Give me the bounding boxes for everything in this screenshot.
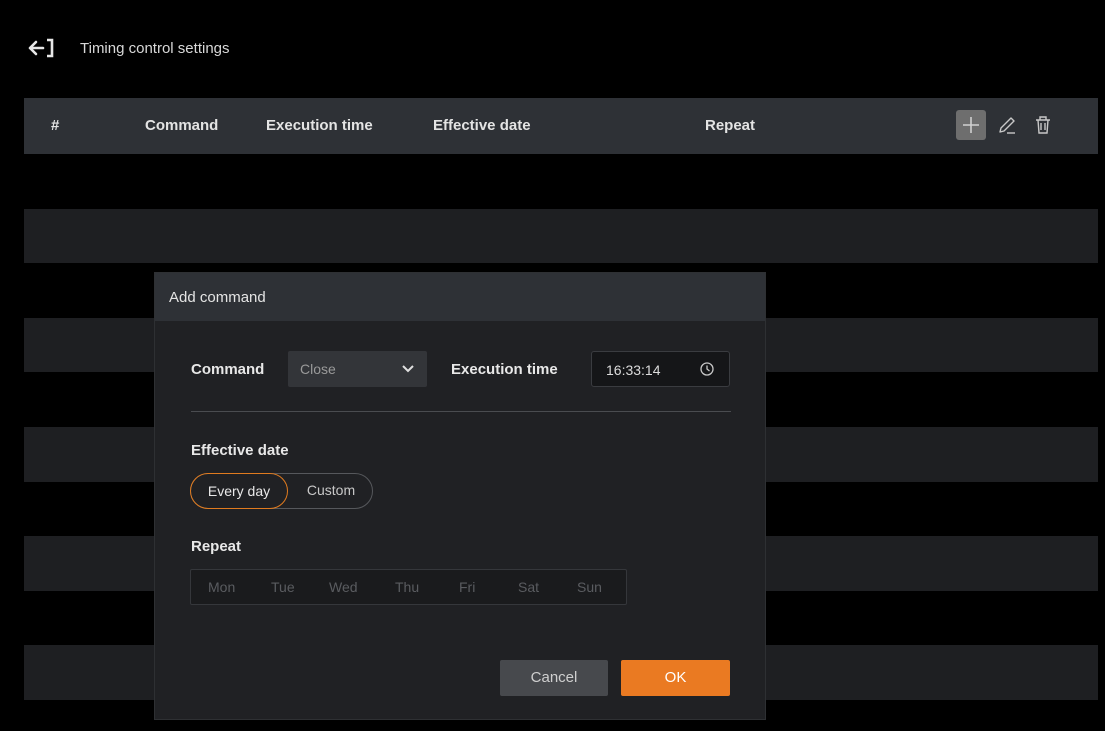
table-toolbar (956, 110, 1058, 140)
chevron-down-icon (402, 365, 414, 373)
divider (191, 411, 731, 412)
trash-icon (1036, 116, 1050, 134)
delete-command-button[interactable] (1028, 110, 1058, 140)
column-header-command: Command (145, 117, 219, 134)
repeat-days-selector: Mon Tue Wed Thu Fri Sat Sun (190, 569, 627, 605)
dialog-header: Add command (155, 273, 765, 321)
plus-icon (963, 117, 979, 133)
effective-date-toggle: Every day Custom (190, 473, 373, 509)
table-row (24, 154, 1098, 209)
exit-arrow-icon (28, 38, 54, 58)
column-header-repeat: Repeat (705, 117, 756, 134)
pencil-icon (999, 117, 1015, 134)
effective-date-custom[interactable]: Custom (289, 473, 373, 509)
command-select-value: Close (300, 361, 336, 377)
top-bar: Timing control settings (0, 0, 1105, 98)
table-row (24, 208, 1098, 264)
edit-command-button[interactable] (992, 110, 1022, 140)
column-header-index: # (51, 117, 60, 134)
execution-time-input[interactable]: 16:33:14 (591, 351, 730, 387)
day-thu[interactable]: Thu (395, 579, 419, 595)
page-title: Timing control settings (80, 40, 230, 57)
effective-date-label: Effective date (191, 442, 289, 459)
command-label: Command (191, 361, 265, 378)
execution-time-value: 16:33:14 (606, 362, 661, 378)
dialog-title: Add command (169, 289, 266, 306)
ok-button[interactable]: OK (621, 660, 730, 696)
repeat-label: Repeat (191, 538, 242, 555)
day-sat[interactable]: Sat (518, 579, 539, 595)
day-fri[interactable]: Fri (459, 579, 475, 595)
cancel-button[interactable]: Cancel (500, 660, 608, 696)
back-button[interactable] (26, 34, 56, 64)
table-header: # Command Execution time Effective date … (24, 98, 1098, 154)
day-tue[interactable]: Tue (271, 579, 295, 595)
day-sun[interactable]: Sun (577, 579, 602, 595)
column-header-execution-time: Execution time (266, 117, 373, 134)
add-command-button[interactable] (956, 110, 986, 140)
command-select[interactable]: Close (288, 351, 427, 387)
effective-date-every-day[interactable]: Every day (190, 473, 288, 509)
day-wed[interactable]: Wed (329, 579, 358, 595)
clock-icon[interactable] (699, 361, 715, 377)
column-header-effective-date: Effective date (433, 117, 531, 134)
execution-time-label: Execution time (451, 361, 558, 378)
add-command-dialog: Add command Command Close Execution time… (154, 272, 766, 720)
day-mon[interactable]: Mon (208, 579, 235, 595)
